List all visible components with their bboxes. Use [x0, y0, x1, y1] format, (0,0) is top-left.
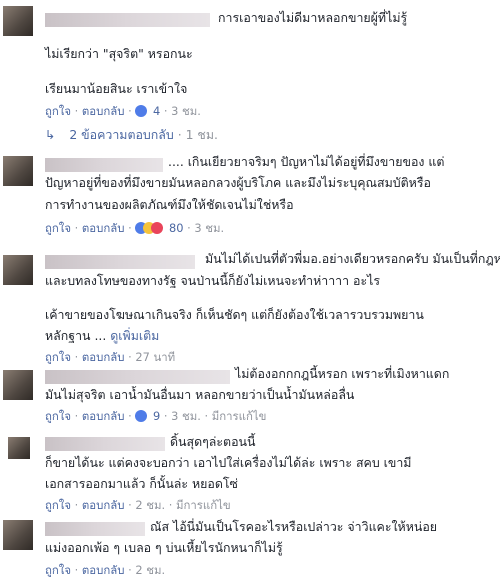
timestamp[interactable]: 3 ชม. [194, 221, 224, 235]
avatar[interactable] [3, 520, 33, 550]
timestamp[interactable]: 27 นาที [135, 350, 175, 364]
comment-text: มันไม่สุจริต เอาน้ำมันอื่นมา หลอกขายว่าเ… [45, 387, 355, 402]
see-more-link[interactable]: ดูเพิ่มเติม [110, 328, 159, 343]
comment-actions: ถูกใจ · ตอบกลับ · 9 · 3 ชม. · มีการแก้ไข [45, 409, 267, 423]
comment-text: และบทลงโทษของทางรัฐ จนป่านนี้ก็ยังไม่เหน… [45, 273, 381, 288]
reply-link[interactable]: ตอบกลับ [82, 563, 125, 577]
like-link[interactable]: ถูกใจ [45, 104, 71, 118]
comment-text: เรียนมาน้อยสินะ เราเข้าใจ [45, 81, 188, 96]
like-link[interactable]: ถูกใจ [45, 221, 71, 235]
edited-link[interactable]: มีการแก้ไข [176, 498, 231, 512]
comment-text: ดิ้นสุดๆล่ะตอนนี้ [170, 434, 256, 449]
like-link[interactable]: ถูกใจ [45, 409, 71, 423]
commenter-name-redacted[interactable] [45, 522, 145, 536]
comment-actions: ถูกใจ · ตอบกลับ · 80 · 3 ชม. [45, 221, 225, 235]
heart-reaction-icon [151, 222, 164, 234]
comment-text: ณัส ไอ้นี่มันเป็นโรคอะไรหรือเปล่าวะ จ่าว… [150, 519, 438, 534]
comment-text: .... เกินเยียวยาจริมๆ ปัญหาไม่ได้อยู่ที่… [168, 154, 445, 169]
comment-actions: ถูกใจ · ตอบกลับ · 27 นาที [45, 350, 176, 364]
like-reaction-icon [135, 410, 148, 422]
comment-text: เค้าขายของโฆษณาเกินจริง ก็เห็นชัดๆ แต่ก็… [45, 307, 424, 322]
avatar[interactable] [8, 437, 30, 459]
avatar[interactable] [3, 370, 33, 400]
comment-text: การเอาของไม่ดีมาหลอกขายผู้ที่ไม่รู้ [218, 10, 408, 25]
comment-text: เอกสารออกมาแล้ว ก็นั้นล่ะ หยอดโซ่ [45, 476, 238, 491]
avatar[interactable] [3, 255, 33, 285]
comment-text: ไม่เรียกว่า "สุจริต" หรอกนะ [45, 46, 193, 61]
reply-link[interactable]: ตอบกลับ [82, 221, 125, 235]
comment-text: ปัญหาอยู่ที่ของที่มึงขายมันหลอกลวงผู้บริ… [45, 175, 431, 190]
reply-link[interactable]: ตอบกลับ [82, 104, 125, 118]
comment-actions: ถูกใจ · ตอบกลับ · 2 ชม. · มีการแก้ไข [45, 498, 231, 512]
timestamp[interactable]: 2 ชม. [135, 563, 165, 577]
reaction-count[interactable]: 4 [153, 104, 160, 118]
comment-text: หลักฐาน ... ดูเพิ่มเติม [45, 328, 160, 343]
reaction-count[interactable]: 9 [153, 409, 160, 423]
commenter-name-redacted[interactable] [45, 255, 195, 269]
comment-text: แม่งออกเพ้อ ๆ เบลอ ๆ บ่นเหี้ยไรนักหนาก็ไ… [45, 540, 283, 555]
comment-text: ไม่ต้องอกกกฎนี้หรอก เพราะที่เมิงหาแดก [235, 366, 450, 381]
reaction-count[interactable]: 80 [169, 221, 184, 235]
reply-arrow-icon: ↳ [45, 127, 56, 142]
edited-link[interactable]: มีการแก้ไข [212, 409, 267, 423]
commenter-name-redacted[interactable] [45, 158, 163, 172]
commenter-name-redacted[interactable] [45, 437, 165, 451]
comment-text: การทำงานของผลิตภัณฑ์มึงให้ชัดเจนไม่ใช่หร… [45, 197, 294, 212]
like-link[interactable]: ถูกใจ [45, 350, 71, 364]
like-reaction-icon [135, 105, 148, 117]
timestamp[interactable]: 3 ชม. [171, 409, 201, 423]
avatar[interactable] [3, 156, 33, 186]
comment-text: ก็ขายได้นะ แต่คงจะบอกว่า เอาไปใส่เครื่อง… [45, 455, 412, 470]
like-link[interactable]: ถูกใจ [45, 563, 71, 577]
comment-text: มันไม่ได้เปนที่ตัวพี่มอ.อย่างเดียวหรอกคร… [205, 251, 500, 266]
reply-link[interactable]: ตอบกลับ [82, 409, 125, 423]
reply-link[interactable]: ตอบกลับ [82, 350, 125, 364]
timestamp[interactable]: 2 ชม. [135, 498, 165, 512]
reply-link[interactable]: ตอบกลับ [82, 498, 125, 512]
replies-timestamp: 1 ชม. [185, 127, 218, 142]
comment-actions: ถูกใจ · ตอบกลับ · 4 · 3 ชม. [45, 104, 201, 118]
comment-actions: ถูกใจ · ตอบกลับ · 2 ชม. [45, 563, 166, 577]
avatar[interactable] [3, 6, 33, 36]
view-replies-link[interactable]: ↳ 2 ข้อความตอบกลับ · 1 ชม. [45, 126, 218, 144]
commenter-name-redacted[interactable] [45, 13, 210, 27]
commenter-name-redacted[interactable] [45, 370, 230, 384]
like-link[interactable]: ถูกใจ [45, 498, 71, 512]
timestamp[interactable]: 3 ชม. [171, 104, 201, 118]
